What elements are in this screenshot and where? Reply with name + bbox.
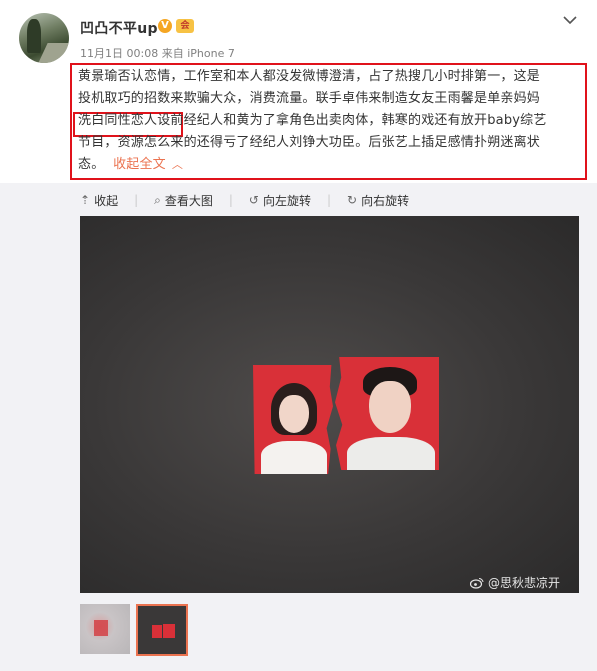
post-image[interactable]: @思秋悲凉开 xyxy=(80,216,579,593)
face-shape xyxy=(279,395,309,433)
post-header: 凹凸不平up V 会 11月1日 00:08 来自 iPhone 7 xyxy=(0,0,597,64)
source-device: iPhone 7 xyxy=(187,47,235,60)
post-time[interactable]: 11月1日 00:08 xyxy=(80,47,158,60)
torn-photo-man xyxy=(335,357,439,470)
image-toolbar: ⇡ 收起 | ⌕ 查看大图 | ↺ 向左旋转 | ↻ 向右旋转 xyxy=(80,190,425,210)
shirt-shape xyxy=(261,441,327,474)
verified-badge-icon: V xyxy=(158,19,172,33)
divider: | xyxy=(327,193,332,207)
view-large-label: 查看大图 xyxy=(164,193,213,208)
collapse-button[interactable]: ⇡ 收起 | xyxy=(80,192,138,209)
rotate-left-label: 向左旋转 xyxy=(262,193,311,208)
post-meta: 11月1日 00:08 来自 iPhone 7 xyxy=(80,45,235,61)
weibo-logo-icon xyxy=(470,577,484,589)
view-large-button[interactable]: ⌕ 查看大图 | xyxy=(154,192,233,209)
shirt-shape xyxy=(347,437,435,470)
member-badge-icon: 会 xyxy=(176,19,194,33)
rotate-right-button[interactable]: ↻ 向右旋转 xyxy=(347,192,409,209)
divider: | xyxy=(228,193,233,207)
rotate-left-button[interactable]: ↺ 向左旋转 | xyxy=(249,192,331,209)
collapse-button-label: 收起 xyxy=(94,193,119,208)
face-shape xyxy=(369,381,411,433)
post-text-line: 节目，资源怎么来的还得亏了经纪人刘铮大功臣。后张艺上插足感情扑朔迷离状 xyxy=(78,135,541,150)
avatar-road-shape xyxy=(38,43,69,63)
chevron-up-icon[interactable]: ︿ xyxy=(172,158,183,171)
rotate-right-label: 向右旋转 xyxy=(361,193,410,208)
arrow-up-icon: ⇡ xyxy=(80,193,91,207)
thumbnail-photo-shape xyxy=(152,625,162,638)
torn-photo-woman xyxy=(253,365,333,474)
post-text-line: 黄景瑜否认恋情，工作室和本人都没发微博澄清，占了热搜几小时排第一，这是 xyxy=(78,69,541,84)
chevron-down-icon[interactable] xyxy=(562,14,578,26)
watermark-text: @思秋悲凉开 xyxy=(488,576,561,590)
magnifier-icon: ⌕ xyxy=(154,192,161,207)
highlighted-phrase: 洗白同性恋人设 xyxy=(78,113,171,128)
post-text-line: 态。 收起全文 ︿ xyxy=(78,154,578,176)
rotate-left-icon: ↺ xyxy=(248,193,259,207)
post-text-line: 洗白同性恋人设前经纪人和黄为了拿角色出卖肉体，韩寒的戏还有放开baby综艺 xyxy=(78,110,578,132)
username[interactable]: 凹凸不平up xyxy=(80,18,158,38)
thumbnail-2-selected[interactable] xyxy=(136,604,188,656)
thumbnail-photo-shape xyxy=(163,624,175,638)
rotate-right-icon: ↻ xyxy=(347,193,358,207)
post-text-line-end: 态。 xyxy=(78,157,105,172)
thumbnail-strip xyxy=(80,604,194,656)
divider: | xyxy=(134,193,139,207)
post-text-line-rest: 前经纪人和黄为了拿角色出卖肉体，韩寒的戏还有放开baby综艺 xyxy=(170,113,547,128)
post-text-line: 投机取巧的招数来欺骗大众，消费流量。联手卓伟来制造女友王雨馨是单亲妈妈 xyxy=(78,91,541,106)
avatar-tree-shape xyxy=(27,19,41,53)
collapse-text-link[interactable]: 收起全文 xyxy=(113,157,166,172)
thumbnail-photo-shape xyxy=(94,620,108,636)
source-prefix: 来自 xyxy=(161,47,184,60)
image-watermark: @思秋悲凉开 xyxy=(470,574,560,591)
avatar[interactable] xyxy=(19,13,69,63)
post-text: 黄景瑜否认恋情，工作室和本人都没发微博澄清，占了热搜几小时排第一，这是 投机取巧… xyxy=(78,66,578,176)
thumbnail-1[interactable] xyxy=(80,604,130,654)
